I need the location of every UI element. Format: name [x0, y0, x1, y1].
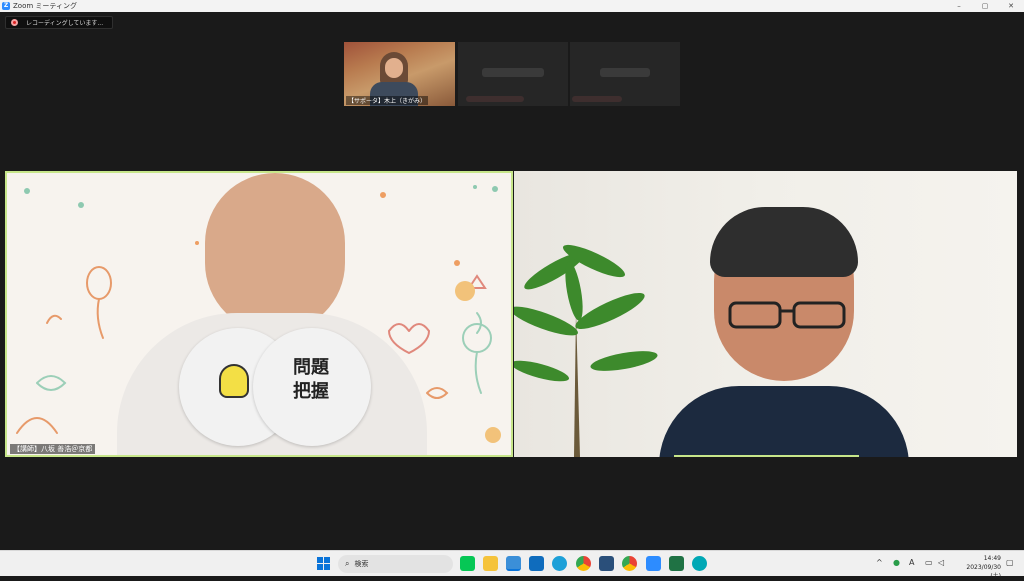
window-controls: – ▢ ✕ [946, 0, 1024, 12]
volume-icon[interactable]: ◁ [938, 557, 944, 569]
presenter-body [659, 386, 909, 457]
participant-avatar [380, 52, 408, 86]
participant-name: 【サポータ】木上（きがみ） [346, 96, 429, 105]
speaker-video-left[interactable]: 問題 把握 【講師】八坂 善浩＠京都 [5, 171, 513, 457]
lightbulb-icon [219, 364, 249, 398]
taskbar-clock[interactable]: 14:49 2023/09/30 (土) [955, 554, 1001, 581]
speaker-name-label: 【講師】八坂 善浩＠京都 [10, 444, 96, 454]
blurred-content [482, 68, 544, 77]
fan-text: 問題 把握 [293, 356, 329, 405]
participant-thumbnail[interactable]: 【サポータ】木上（きがみ） [344, 42, 455, 106]
recording-indicator[interactable]: レコーディングしています... [5, 16, 113, 29]
active-speaker-indicator [674, 455, 859, 457]
window-titlebar: Z Zoom ミーティング – ▢ ✕ [0, 0, 1024, 12]
line-app-icon[interactable] [460, 556, 475, 571]
outlook-icon[interactable] [529, 556, 544, 571]
chrome-profile-icon[interactable] [622, 556, 637, 571]
blurred-content [600, 68, 650, 77]
fan-text-line1: 問題 [293, 357, 329, 378]
microphone-icon[interactable]: ● [893, 557, 900, 569]
zoom-logo-icon: Z [2, 2, 10, 10]
participant-thumbnail-blurred[interactable] [570, 42, 680, 106]
taskbar-search[interactable]: ⌕ 検索 [338, 555, 453, 573]
zoom-app-icon[interactable] [646, 556, 661, 571]
clock-time: 14:49 [983, 555, 1001, 562]
recording-icon [11, 19, 18, 26]
ime-indicator[interactable]: A [909, 557, 914, 569]
clock-date: 2023/09/30 (土) [966, 564, 1001, 580]
participant-thumbnail-blurred[interactable] [458, 42, 568, 106]
file-explorer-icon[interactable] [483, 556, 498, 571]
close-button[interactable]: ✕ [998, 0, 1024, 12]
blurred-name [572, 96, 622, 102]
edge-browser-icon[interactable] [552, 556, 567, 571]
tray-overflow-icon[interactable]: ^ [876, 557, 883, 569]
network-icon[interactable]: ▭ [925, 557, 933, 569]
notification-icon[interactable]: ▢ [1006, 557, 1014, 569]
minimize-button[interactable]: – [946, 0, 972, 12]
window-title: Zoom ミーティング [13, 2, 77, 10]
notepad-icon[interactable] [506, 556, 521, 571]
meeting-area: レコーディングしています... 【サポータ】木上（きがみ） 問題 把握 【講師】… [0, 12, 1024, 550]
search-placeholder: 検索 [354, 560, 369, 568]
plant-decoration [514, 244, 658, 457]
recording-status-text: レコーディングしています... [26, 20, 104, 27]
windows-taskbar: ⌕ 検索 ^ ● A ▭ ◁ 14:49 2023/09/30 (土) ▢ [0, 550, 1024, 580]
excel-icon[interactable] [669, 556, 684, 571]
text-fan: 問題 把握 [253, 328, 371, 446]
fan-text-line2: 把握 [293, 381, 329, 403]
app-launcher-icon[interactable] [599, 556, 614, 571]
search-icon: ⌕ [345, 559, 350, 568]
meeting-app-icon[interactable] [692, 556, 707, 571]
presenter-head [205, 173, 345, 333]
chrome-browser-icon[interactable] [576, 556, 591, 571]
speaker-video-right[interactable] [514, 171, 1017, 457]
blurred-name [466, 96, 524, 102]
maximize-button[interactable]: ▢ [972, 0, 998, 12]
windows-start-button[interactable] [317, 557, 330, 570]
glasses-icon [728, 301, 846, 329]
presenter-hair [710, 207, 858, 277]
